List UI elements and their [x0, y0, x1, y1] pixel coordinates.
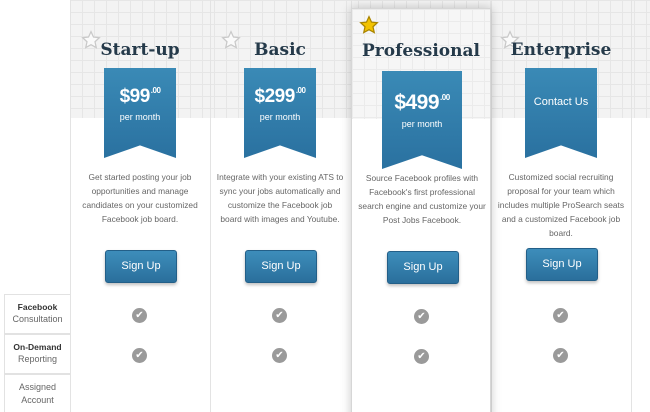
check-icon: ✔ — [553, 348, 568, 363]
plan-description: Integrate with your existing ATS to sync… — [216, 172, 344, 224]
check-icon: ✔ — [553, 308, 568, 323]
check-icon: ✔ — [414, 309, 429, 324]
check-icon: ✔ — [272, 348, 287, 363]
check-icon: ✔ — [414, 349, 429, 364]
feature-label: Assigned Account — [18, 382, 57, 405]
plan-description: Source Facebook profiles with Facebook's… — [358, 173, 486, 225]
price-cents: .00 — [295, 86, 306, 95]
price-period: per month — [119, 112, 161, 122]
price-amount: $299 — [254, 86, 296, 107]
price-cents: .00 — [150, 86, 161, 95]
feature-row: Assigned Account — [4, 374, 70, 412]
plan-description: Customized social recruiting proposal fo… — [497, 172, 625, 238]
feature-label: On-Demand — [13, 342, 62, 352]
price: $499.00 — [382, 91, 462, 115]
check-icon: ✔ — [132, 348, 147, 363]
price-amount: $499 — [394, 91, 440, 114]
plan-description: Get started posting your job opportuniti… — [82, 172, 198, 224]
check-icon: ✔ — [132, 308, 147, 323]
feature-row: On-Demand Reporting — [4, 334, 70, 374]
signup-button-startup[interactable]: Sign Up — [105, 250, 177, 283]
feature-label: Facebook — [17, 302, 58, 312]
plan-enterprise: Enterprise Contact Us Customized social … — [491, 0, 631, 412]
price-ribbon: $99.00 per month — [104, 68, 176, 158]
plan-startup: Start-up $99.00 per month Get started po… — [70, 0, 210, 412]
price-ribbon: Contact Us — [525, 68, 597, 158]
feature-sublabel: Consultation — [12, 314, 63, 324]
check-icon: ✔ — [272, 308, 287, 323]
gold-star-icon — [359, 15, 379, 34]
price-period: per month — [401, 119, 443, 129]
feature-row: Facebook Consultation — [4, 294, 70, 334]
feature-sublabel: Reporting — [17, 354, 58, 364]
plan-title: Basic — [254, 40, 306, 60]
price-amount: $99 — [119, 86, 151, 107]
price: $299.00 — [244, 86, 316, 108]
plan-title: Start-up — [100, 40, 180, 60]
signup-button-professional[interactable]: Sign Up — [387, 251, 459, 284]
column-divider — [631, 0, 632, 412]
price-ribbon: $499.00 per month — [382, 71, 462, 169]
plan-professional: Professional $499.00 per month Source Fa… — [351, 8, 491, 412]
signup-button-enterprise[interactable]: Sign Up — [526, 248, 598, 281]
price-ribbon: $299.00 per month — [244, 68, 316, 158]
plan-title: Professional — [362, 41, 480, 61]
contact-us-label: Contact Us — [533, 96, 589, 108]
plan-basic: Basic $299.00 per month Integrate with y… — [210, 0, 350, 412]
plan-title: Enterprise — [510, 40, 612, 60]
price-cents: .00 — [440, 93, 450, 102]
signup-button-basic[interactable]: Sign Up — [245, 250, 317, 283]
price-period: per month — [259, 112, 301, 122]
price: $99.00 — [104, 86, 176, 108]
